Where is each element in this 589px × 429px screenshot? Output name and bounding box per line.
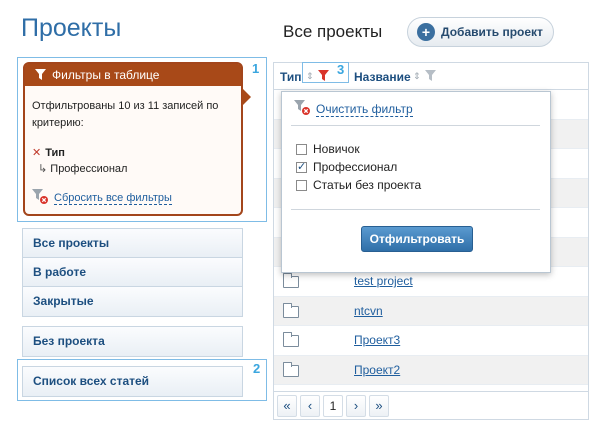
table-row[interactable]: ntcvn [274,296,588,326]
page-title: Проекты [21,14,122,42]
folder-icon [283,361,299,377]
reset-all-filters-link[interactable]: Сбросить все фильтры [54,192,172,205]
folder-icon [283,332,299,347]
prev-page-button[interactable]: ‹ [300,394,320,417]
option-label: Профессионал [313,160,398,174]
pagination: « ‹ 1 › » [274,391,588,419]
sort-icon[interactable]: ⇕ [413,71,421,82]
add-project-label: Добавить проект [441,25,543,39]
add-project-button[interactable]: + Добавить проект [407,17,554,47]
option-label: Новичок [313,142,360,156]
option-label: Статьи без проекта [313,178,422,192]
type-filter-dropdown: Очистить фильтр Новичок Профессионал Ста… [281,91,551,273]
table-row[interactable]: Проект2 [274,355,588,385]
divider [291,209,540,210]
column-header-name[interactable]: Название [354,70,411,84]
filters-panel-title: Фильтры в таблице [52,68,160,82]
nav-item-closed[interactable]: Закрытые [23,287,242,316]
apply-filter-button[interactable]: Отфильтровать [361,226,473,252]
clear-filter-icon [294,100,310,118]
column-header-type[interactable]: Тип [280,70,302,84]
nav-item-in-progress[interactable]: В работе [23,258,242,287]
nav-item-all-articles[interactable]: Список всех статей [23,367,242,396]
divider [291,125,540,126]
project-link[interactable]: Проект3 [354,333,400,347]
filter-option-novice[interactable]: Новичок [296,142,360,156]
filters-panel-header: Фильтры в таблице [25,64,241,86]
checkbox-checked[interactable] [296,160,307,173]
checkbox[interactable] [296,143,307,155]
project-link[interactable]: Проект2 [354,363,400,377]
filter-icon [35,65,46,87]
last-page-button[interactable]: » [369,394,389,417]
current-page[interactable]: 1 [323,394,343,417]
nav-group-no-project: Без проекта [22,326,243,357]
next-page-button[interactable]: › [346,394,366,417]
plus-icon: + [417,23,435,41]
folder-icon [283,302,299,318]
filter-option-professional[interactable]: Профессионал [296,160,397,174]
clear-filter-link[interactable]: Очистить фильтр [316,102,413,117]
filter-option-no-project[interactable]: Статьи без проекта [296,178,421,192]
filters-panel-pointer [242,88,251,106]
criterion-value: Профессионал [50,163,128,175]
name-filter-icon[interactable] [425,70,436,84]
project-link[interactable]: test project [354,274,413,288]
nav-group-articles: Список всех статей [22,366,243,397]
first-page-button[interactable]: « [277,394,297,417]
table-row[interactable]: Проект3 [274,326,588,356]
filters-panel: Фильтры в таблице Отфильтрованы 10 из 11… [23,62,243,216]
checkbox[interactable] [296,179,307,191]
callout-number-3: 3 [337,62,345,77]
criterion-name: Тип [45,147,65,159]
remove-criterion-icon[interactable]: ✕ [32,147,41,159]
clear-filter-icon [32,189,48,207]
callout-number-2: 2 [253,361,261,376]
nav-item-no-project[interactable]: Без проекта [23,327,242,356]
nav-item-all-projects[interactable]: Все проекты [23,229,242,258]
nav-group-projects: Все проекты В работе Закрытые [22,228,243,317]
main-title: Все проекты [283,22,383,41]
callout-number-1: 1 [252,61,260,76]
folder-icon [283,273,299,288]
project-link[interactable]: ntcvn [354,304,383,318]
filters-description: Отфильтрованы 10 из 11 записей по критер… [32,100,219,129]
